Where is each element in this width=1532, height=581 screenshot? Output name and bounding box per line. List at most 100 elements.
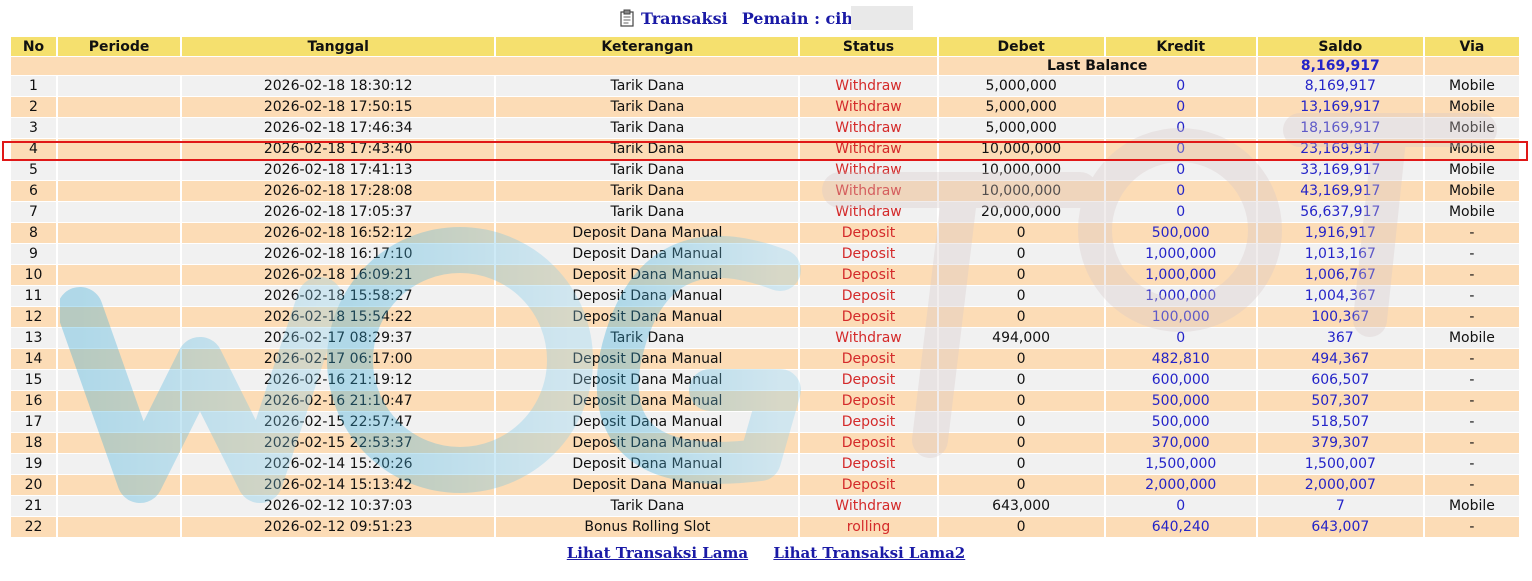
cell-kredit: 0 [1105, 496, 1256, 516]
cell-via: Mobile [1424, 76, 1519, 96]
cell-debet: 0 [938, 517, 1104, 537]
cell-debet: 5,000,000 [938, 118, 1104, 138]
cell-status: Deposit [800, 475, 937, 495]
cell-tanggal: 2026-02-18 16:09:21 [182, 265, 495, 285]
cell-debet: 20,000,000 [938, 202, 1104, 222]
table-row: 15 2026-02-16 21:19:12 Deposit Dana Manual… [11, 370, 1519, 390]
cell-status: Withdraw [800, 181, 937, 201]
cell-debet: 0 [938, 412, 1104, 432]
table-row: 1 2026-02-18 18:30:12 Tarik Dana Withdraw 5,… [11, 76, 1519, 96]
cell-kredit: 0 [1105, 202, 1256, 222]
table-row: 18 2026-02-15 22:53:37 Deposit Dana Manual… [11, 433, 1519, 453]
cell-tanggal: 2026-02-16 21:10:47 [182, 391, 495, 411]
cell-no: 5 [11, 160, 57, 180]
table-row: 2 2026-02-18 17:50:15 Tarik Dana Withdraw 5,… [11, 97, 1519, 117]
col-header-kredit: Kredit [1105, 37, 1256, 56]
cell-status: Withdraw [800, 76, 937, 96]
cell-via: Mobile [1424, 160, 1519, 180]
cell-kredit: 1,000,000 [1105, 244, 1256, 264]
cell-no: 19 [11, 454, 57, 474]
page-header: Transaksi Pemain : cih [0, 0, 1532, 36]
clipboard-icon [619, 9, 635, 27]
cell-no: 1 [11, 76, 57, 96]
cell-keterangan: Deposit Dana Manual [496, 433, 799, 453]
table-row: 13 2026-02-17 08:29:37 Tarik Dana Withdraw 4… [11, 328, 1519, 348]
cell-kredit: 0 [1105, 139, 1256, 159]
cell-no: 8 [11, 223, 57, 243]
cell-no: 2 [11, 97, 57, 117]
cell-no: 15 [11, 370, 57, 390]
cell-tanggal: 2026-02-18 17:05:37 [182, 202, 495, 222]
cell-via: - [1424, 475, 1519, 495]
cell-via: - [1424, 517, 1519, 537]
cell-debet: 0 [938, 433, 1104, 453]
cell-tanggal: 2026-02-18 16:17:10 [182, 244, 495, 264]
cell-kredit: 600,000 [1105, 370, 1256, 390]
cell-no: 17 [11, 412, 57, 432]
cell-tanggal: 2026-02-18 17:41:13 [182, 160, 495, 180]
cell-kredit: 1,500,000 [1105, 454, 1256, 474]
old-transactions-link-2[interactable]: Lihat Transaksi Lama2 [773, 544, 965, 562]
cell-no: 12 [11, 307, 57, 327]
cell-kredit: 1,000,000 [1105, 286, 1256, 306]
cell-periode [58, 160, 181, 180]
cell-saldo: 494,367 [1257, 349, 1423, 369]
cell-status: Deposit [800, 391, 937, 411]
cell-periode [58, 412, 181, 432]
page-title: Transaksi [640, 8, 728, 28]
cell-status: Deposit [800, 244, 937, 264]
cell-tanggal: 2026-02-12 09:51:23 [182, 517, 495, 537]
col-header-periode: Periode [58, 37, 181, 56]
cell-debet: 0 [938, 286, 1104, 306]
cell-no: 3 [11, 118, 57, 138]
cell-kredit: 0 [1105, 328, 1256, 348]
footer-links: Lihat Transaksi Lama Lihat Transaksi Lam… [0, 544, 1532, 562]
cell-no: 13 [11, 328, 57, 348]
cell-keterangan: Tarik Dana [496, 76, 799, 96]
cell-kredit: 0 [1105, 76, 1256, 96]
cell-keterangan: Deposit Dana Manual [496, 370, 799, 390]
table-row: 10 2026-02-18 16:09:21 Deposit Dana Manual… [11, 265, 1519, 285]
cell-saldo: 8,169,917 [1257, 76, 1423, 96]
cell-tanggal: 2026-02-18 17:43:40 [182, 139, 495, 159]
cell-no: 9 [11, 244, 57, 264]
cell-keterangan: Tarik Dana [496, 202, 799, 222]
cell-keterangan: Deposit Dana Manual [496, 391, 799, 411]
cell-via: Mobile [1424, 139, 1519, 159]
cell-saldo: 7 [1257, 496, 1423, 516]
cell-keterangan: Deposit Dana Manual [496, 454, 799, 474]
cell-keterangan: Deposit Dana Manual [496, 223, 799, 243]
cell-status: Withdraw [800, 118, 937, 138]
cell-via: Mobile [1424, 118, 1519, 138]
cell-periode [58, 433, 181, 453]
cell-status: Deposit [800, 223, 937, 243]
cell-kredit: 500,000 [1105, 391, 1256, 411]
cell-via: - [1424, 433, 1519, 453]
cell-debet: 0 [938, 265, 1104, 285]
col-header-via: Via [1424, 37, 1519, 56]
cell-tanggal: 2026-02-17 08:29:37 [182, 328, 495, 348]
cell-tanggal: 2026-02-18 17:46:34 [182, 118, 495, 138]
cell-keterangan: Deposit Dana Manual [496, 475, 799, 495]
table-row: 12 2026-02-18 15:54:22 Deposit Dana Manual… [11, 307, 1519, 327]
cell-via: - [1424, 244, 1519, 264]
cell-keterangan: Tarik Dana [496, 139, 799, 159]
cell-kredit: 500,000 [1105, 223, 1256, 243]
cell-saldo: 43,169,917 [1257, 181, 1423, 201]
cell-kredit: 100,000 [1105, 307, 1256, 327]
cell-no: 18 [11, 433, 57, 453]
cell-saldo: 1,500,007 [1257, 454, 1423, 474]
old-transactions-link[interactable]: Lihat Transaksi Lama [567, 544, 748, 562]
cell-kredit: 640,240 [1105, 517, 1256, 537]
cell-via: - [1424, 286, 1519, 306]
cell-periode [58, 244, 181, 264]
cell-keterangan: Tarik Dana [496, 328, 799, 348]
cell-status: Deposit [800, 454, 937, 474]
cell-debet: 0 [938, 454, 1104, 474]
cell-kredit: 1,000,000 [1105, 265, 1256, 285]
cell-saldo: 518,507 [1257, 412, 1423, 432]
cell-debet: 5,000,000 [938, 97, 1104, 117]
cell-kredit: 2,000,000 [1105, 475, 1256, 495]
cell-kredit: 370,000 [1105, 433, 1256, 453]
cell-via: Mobile [1424, 97, 1519, 117]
